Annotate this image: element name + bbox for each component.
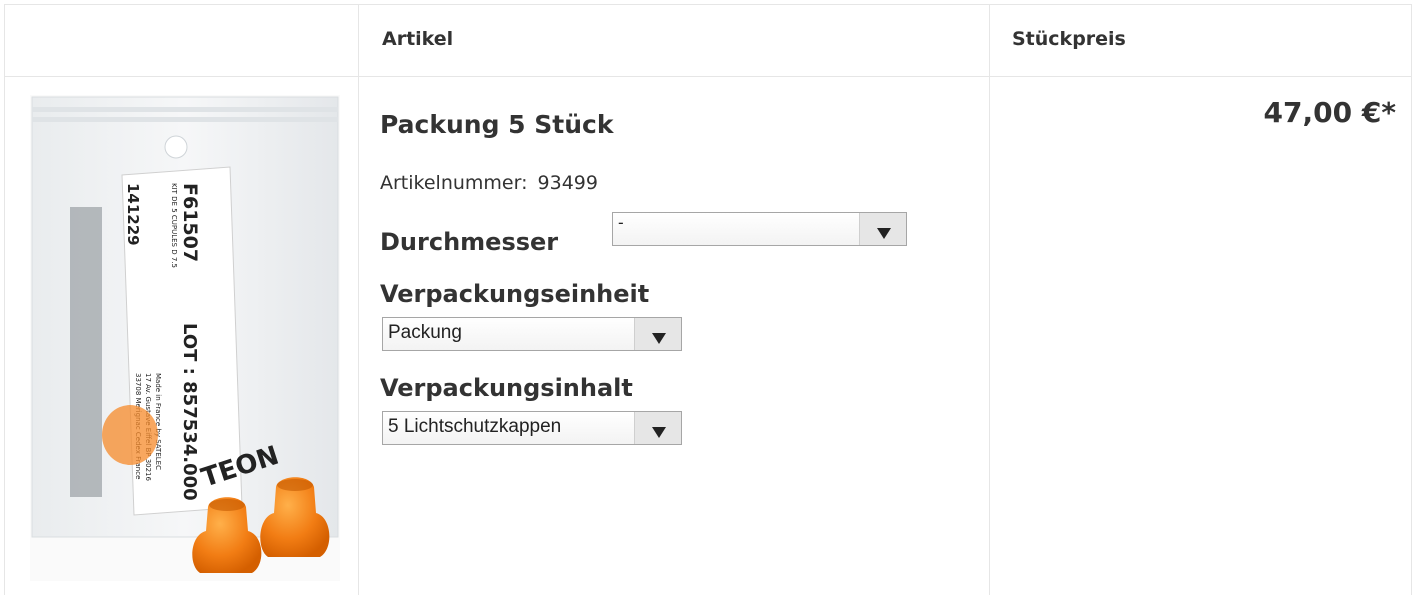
table-top-border xyxy=(4,4,1412,5)
zip-seal-2 xyxy=(32,117,338,122)
zip-seal-1 xyxy=(32,107,338,112)
article-number-label: Artikelnummer: xyxy=(380,172,528,194)
verpackungseinheit-label: Verpackungseinheit xyxy=(380,280,650,308)
label-code: F61507 xyxy=(179,183,201,262)
column-header-article: Artikel xyxy=(382,28,454,50)
cap-inside-bag xyxy=(102,405,158,465)
label-batch: 141229 xyxy=(124,183,142,246)
column-divider-1 xyxy=(358,4,359,595)
inner-strip xyxy=(70,207,102,497)
unit-price: 47,00 €* xyxy=(1263,96,1396,129)
chevron-down-icon[interactable] xyxy=(634,318,681,350)
article-number-value: 93499 xyxy=(537,172,598,194)
label-lot: LOT : 857534.000 xyxy=(179,323,200,501)
header-divider xyxy=(4,76,1412,77)
table-left-border xyxy=(4,4,5,595)
chevron-down-icon[interactable] xyxy=(859,213,906,245)
cap-front-left-top xyxy=(209,499,245,511)
column-header-unit-price: Stückpreis xyxy=(1012,28,1126,50)
column-divider-2 xyxy=(989,4,990,595)
cap-front-right-top xyxy=(277,479,313,491)
label-description: KIT DE 5 CUPULES D 7.5 xyxy=(170,183,178,268)
verpackungseinheit-select-value: Packung xyxy=(388,322,462,343)
verpackungsinhalt-label: Verpackungsinhalt xyxy=(380,374,633,402)
verpackungseinheit-select[interactable]: Packung xyxy=(382,317,682,351)
article-number-row: Artikelnummer: 93499 xyxy=(380,172,598,194)
hang-hole xyxy=(164,135,188,159)
product-image[interactable]: F61507 KIT DE 5 CUPULES D 7.5 141229 LOT… xyxy=(30,95,340,581)
durchmesser-label: Durchmesser xyxy=(380,228,559,256)
table-right-border xyxy=(1411,4,1412,595)
verpackungsinhalt-select[interactable]: 5 Lichtschutzkappen xyxy=(382,411,682,445)
label-made-in: Made in France by SATELEC xyxy=(154,373,162,470)
verpackungsinhalt-select-value: 5 Lichtschutzkappen xyxy=(388,416,562,437)
chevron-down-icon[interactable] xyxy=(634,412,681,444)
durchmesser-select-value: - xyxy=(618,213,624,232)
durchmesser-select[interactable]: - xyxy=(612,212,907,246)
product-title: Packung 5 Stück xyxy=(380,110,614,139)
